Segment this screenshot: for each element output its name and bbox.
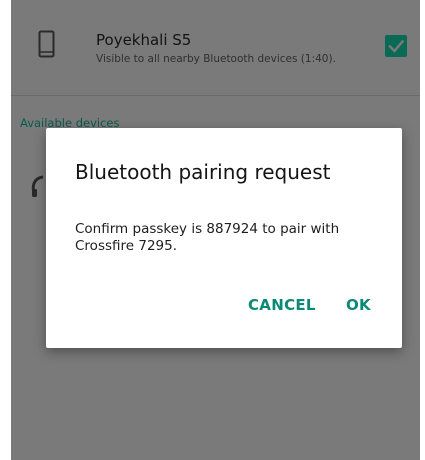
phone-icon [38, 30, 55, 58]
dialog-title: Bluetooth pairing request [75, 160, 331, 184]
visibility-checkbox[interactable] [385, 35, 407, 57]
row-divider [11, 95, 420, 96]
check-icon [388, 39, 405, 53]
bluetooth-settings-screen: Poyekhali S5 Visible to all nearby Bluet… [11, 0, 420, 460]
ok-button[interactable]: OK [346, 296, 371, 314]
this-device-row[interactable]: Poyekhali S5 Visible to all nearby Bluet… [11, 0, 420, 94]
dialog-message: Confirm passkey is 887924 to pair with C… [75, 221, 340, 254]
device-name: Poyekhali S5 [96, 31, 192, 49]
visibility-status: Visible to all nearby Bluetooth devices … [96, 53, 336, 65]
pairing-request-dialog: Bluetooth pairing request Confirm passke… [46, 128, 402, 348]
cancel-button[interactable]: CANCEL [248, 296, 316, 314]
